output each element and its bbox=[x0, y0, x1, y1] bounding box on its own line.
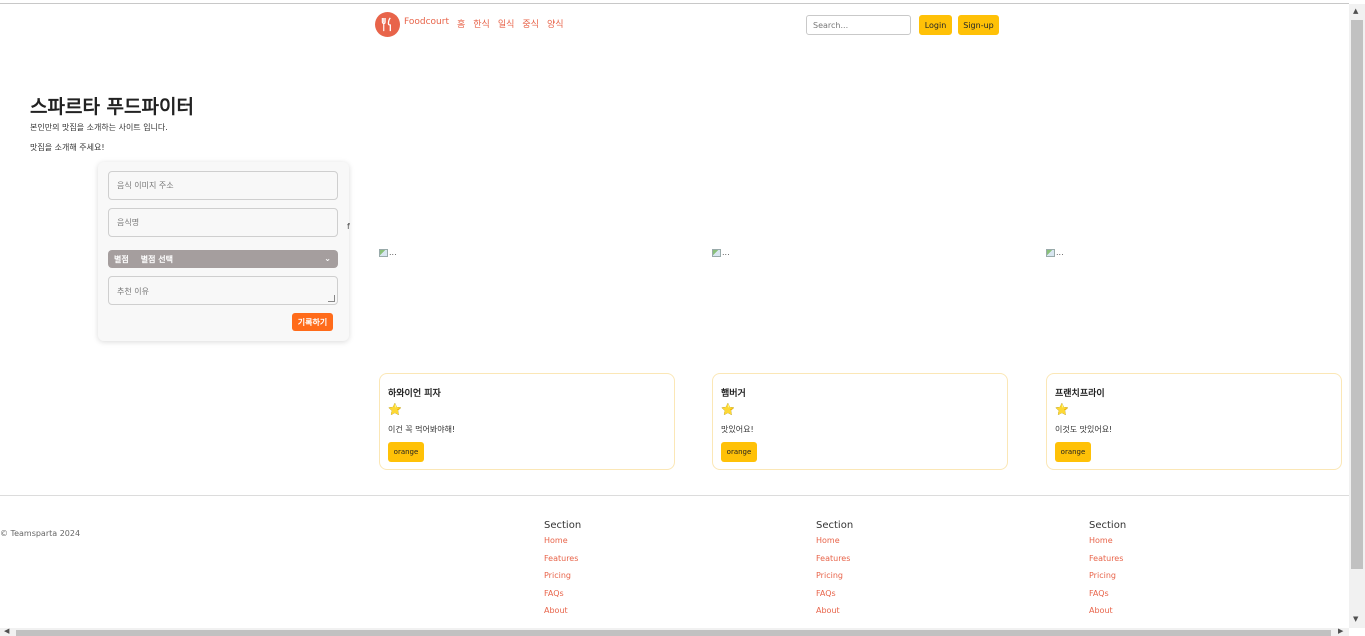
footer-link-pricing[interactable]: Pricing bbox=[816, 571, 853, 589]
broken-image-icon bbox=[379, 248, 388, 257]
login-button[interactable]: Login bbox=[919, 15, 952, 35]
horizontal-scrollbar[interactable]: ◀ ▶ bbox=[0, 627, 1349, 636]
broken-image-icon bbox=[1046, 248, 1055, 257]
footer-divider bbox=[0, 495, 1349, 496]
broken-image-icon bbox=[712, 248, 721, 257]
hero-subtitle: 본인만의 맛집을 소개하는 사이트 입니다. bbox=[30, 123, 168, 132]
card-image: ... bbox=[712, 248, 730, 257]
reason-textarea[interactable]: 추천 이유 bbox=[108, 276, 338, 305]
image-alt: ... bbox=[722, 248, 730, 257]
star-icon: ⭐ bbox=[1055, 403, 1069, 416]
footer-column: Section Home Features Pricing FAQs About bbox=[544, 520, 581, 624]
scroll-down-icon[interactable]: ▼ bbox=[1353, 615, 1358, 623]
card-button[interactable]: orange bbox=[1055, 442, 1091, 462]
search-input[interactable] bbox=[806, 15, 911, 35]
footer-link-faqs[interactable]: FAQs bbox=[816, 589, 853, 607]
reason-placeholder: 추천 이유 bbox=[117, 287, 149, 296]
rating-select[interactable]: 별점 별점 선택 ⌄ bbox=[108, 250, 338, 268]
vertical-scrollbar[interactable]: ▲ ▼ bbox=[1349, 4, 1365, 628]
post-form: 음식 이미지 주소 음식명 별점 별점 선택 ⌄ 추천 이유 기록하기 bbox=[98, 162, 349, 341]
star-icon: ⭐ bbox=[388, 403, 402, 416]
card-image: ... bbox=[379, 248, 397, 257]
page: Foodcourt 홈 한식 일식 중식 양식 Login Sign-up 스파… bbox=[0, 0, 1349, 628]
vertical-scroll-thumb[interactable] bbox=[1351, 20, 1363, 569]
card-title: 프랜치프라이 bbox=[1055, 389, 1105, 399]
submit-button[interactable]: 기록하기 bbox=[292, 313, 333, 331]
image-alt: ... bbox=[389, 248, 397, 257]
signup-button[interactable]: Sign-up bbox=[958, 15, 999, 35]
stray-text: f bbox=[347, 222, 350, 231]
nav-brand[interactable]: Foodcourt bbox=[404, 17, 449, 30]
scroll-up-icon[interactable]: ▲ bbox=[1353, 7, 1358, 15]
star-icon: ⭐ bbox=[721, 403, 735, 416]
card-button[interactable]: orange bbox=[388, 442, 424, 462]
footer-link-pricing[interactable]: Pricing bbox=[544, 571, 581, 589]
nav-item-japanese[interactable]: 일식 bbox=[498, 17, 515, 30]
footer-link-about[interactable]: About bbox=[816, 606, 853, 624]
scroll-right-icon[interactable]: ▶ bbox=[1338, 627, 1343, 635]
rating-select-label: 별점 bbox=[114, 254, 129, 264]
nav-item-chinese[interactable]: 중식 bbox=[522, 17, 539, 30]
footer-link-faqs[interactable]: FAQs bbox=[1089, 589, 1126, 607]
footer-column: Section Home Features Pricing FAQs About bbox=[816, 520, 853, 624]
footer-heading: Section bbox=[1089, 520, 1127, 531]
card-comment: 이것도 맛있어요! bbox=[1055, 425, 1113, 434]
footer-link-pricing[interactable]: Pricing bbox=[1089, 571, 1126, 589]
food-card: 프랜치프라이 ⭐ 이것도 맛있어요! orange bbox=[1046, 373, 1342, 470]
image-url-field[interactable]: 음식 이미지 주소 bbox=[108, 171, 338, 200]
footer-heading: Section bbox=[816, 520, 854, 531]
footer-heading: Section bbox=[544, 520, 582, 531]
fork-knife-icon[interactable] bbox=[375, 12, 400, 37]
card-comment: 이건 꼭 먹어봐야해! bbox=[388, 425, 456, 434]
main-nav: Foodcourt 홈 한식 일식 중식 양식 bbox=[404, 17, 564, 30]
hero-subtitle-2: 맛집을 소개해 주세요! bbox=[30, 143, 105, 152]
footer-link-faqs[interactable]: FAQs bbox=[544, 589, 581, 607]
page-title: 스파르타 푸드파이터 bbox=[30, 96, 194, 118]
chevron-down-icon: ⌄ bbox=[324, 254, 331, 263]
food-card: 햄버거 ⭐ 맛있어요! orange bbox=[712, 373, 1008, 470]
card-title: 하와이언 피자 bbox=[388, 389, 441, 399]
rating-select-value: 별점 선택 bbox=[140, 254, 173, 264]
image-alt: ... bbox=[1056, 248, 1064, 257]
footer-link-home[interactable]: Home bbox=[544, 536, 581, 554]
footer-link-home[interactable]: Home bbox=[816, 536, 853, 554]
nav-item-home[interactable]: 홈 bbox=[457, 17, 465, 30]
footer-link-features[interactable]: Features bbox=[1089, 554, 1126, 572]
card-image: ... bbox=[1046, 248, 1064, 257]
footer-link-about[interactable]: About bbox=[544, 606, 581, 624]
resize-handle[interactable] bbox=[328, 295, 335, 302]
card-button[interactable]: orange bbox=[721, 442, 757, 462]
card-title: 햄버거 bbox=[721, 389, 746, 399]
footer-link-home[interactable]: Home bbox=[1089, 536, 1126, 554]
scroll-left-icon[interactable]: ◀ bbox=[4, 627, 9, 635]
nav-item-western[interactable]: 양식 bbox=[547, 17, 564, 30]
footer-link-features[interactable]: Features bbox=[816, 554, 853, 572]
horizontal-scroll-thumb[interactable] bbox=[16, 630, 1331, 636]
footer-link-about[interactable]: About bbox=[1089, 606, 1126, 624]
food-name-field[interactable]: 음식명 bbox=[108, 208, 338, 237]
card-comment: 맛있어요! bbox=[721, 425, 754, 434]
food-card: 하와이언 피자 ⭐ 이건 꼭 먹어봐야해! orange bbox=[379, 373, 675, 470]
copyright: © Teamsparta 2024 bbox=[0, 529, 81, 538]
footer-column: Section Home Features Pricing FAQs About bbox=[1089, 520, 1126, 624]
nav-item-korean[interactable]: 한식 bbox=[473, 17, 490, 30]
footer-link-features[interactable]: Features bbox=[544, 554, 581, 572]
